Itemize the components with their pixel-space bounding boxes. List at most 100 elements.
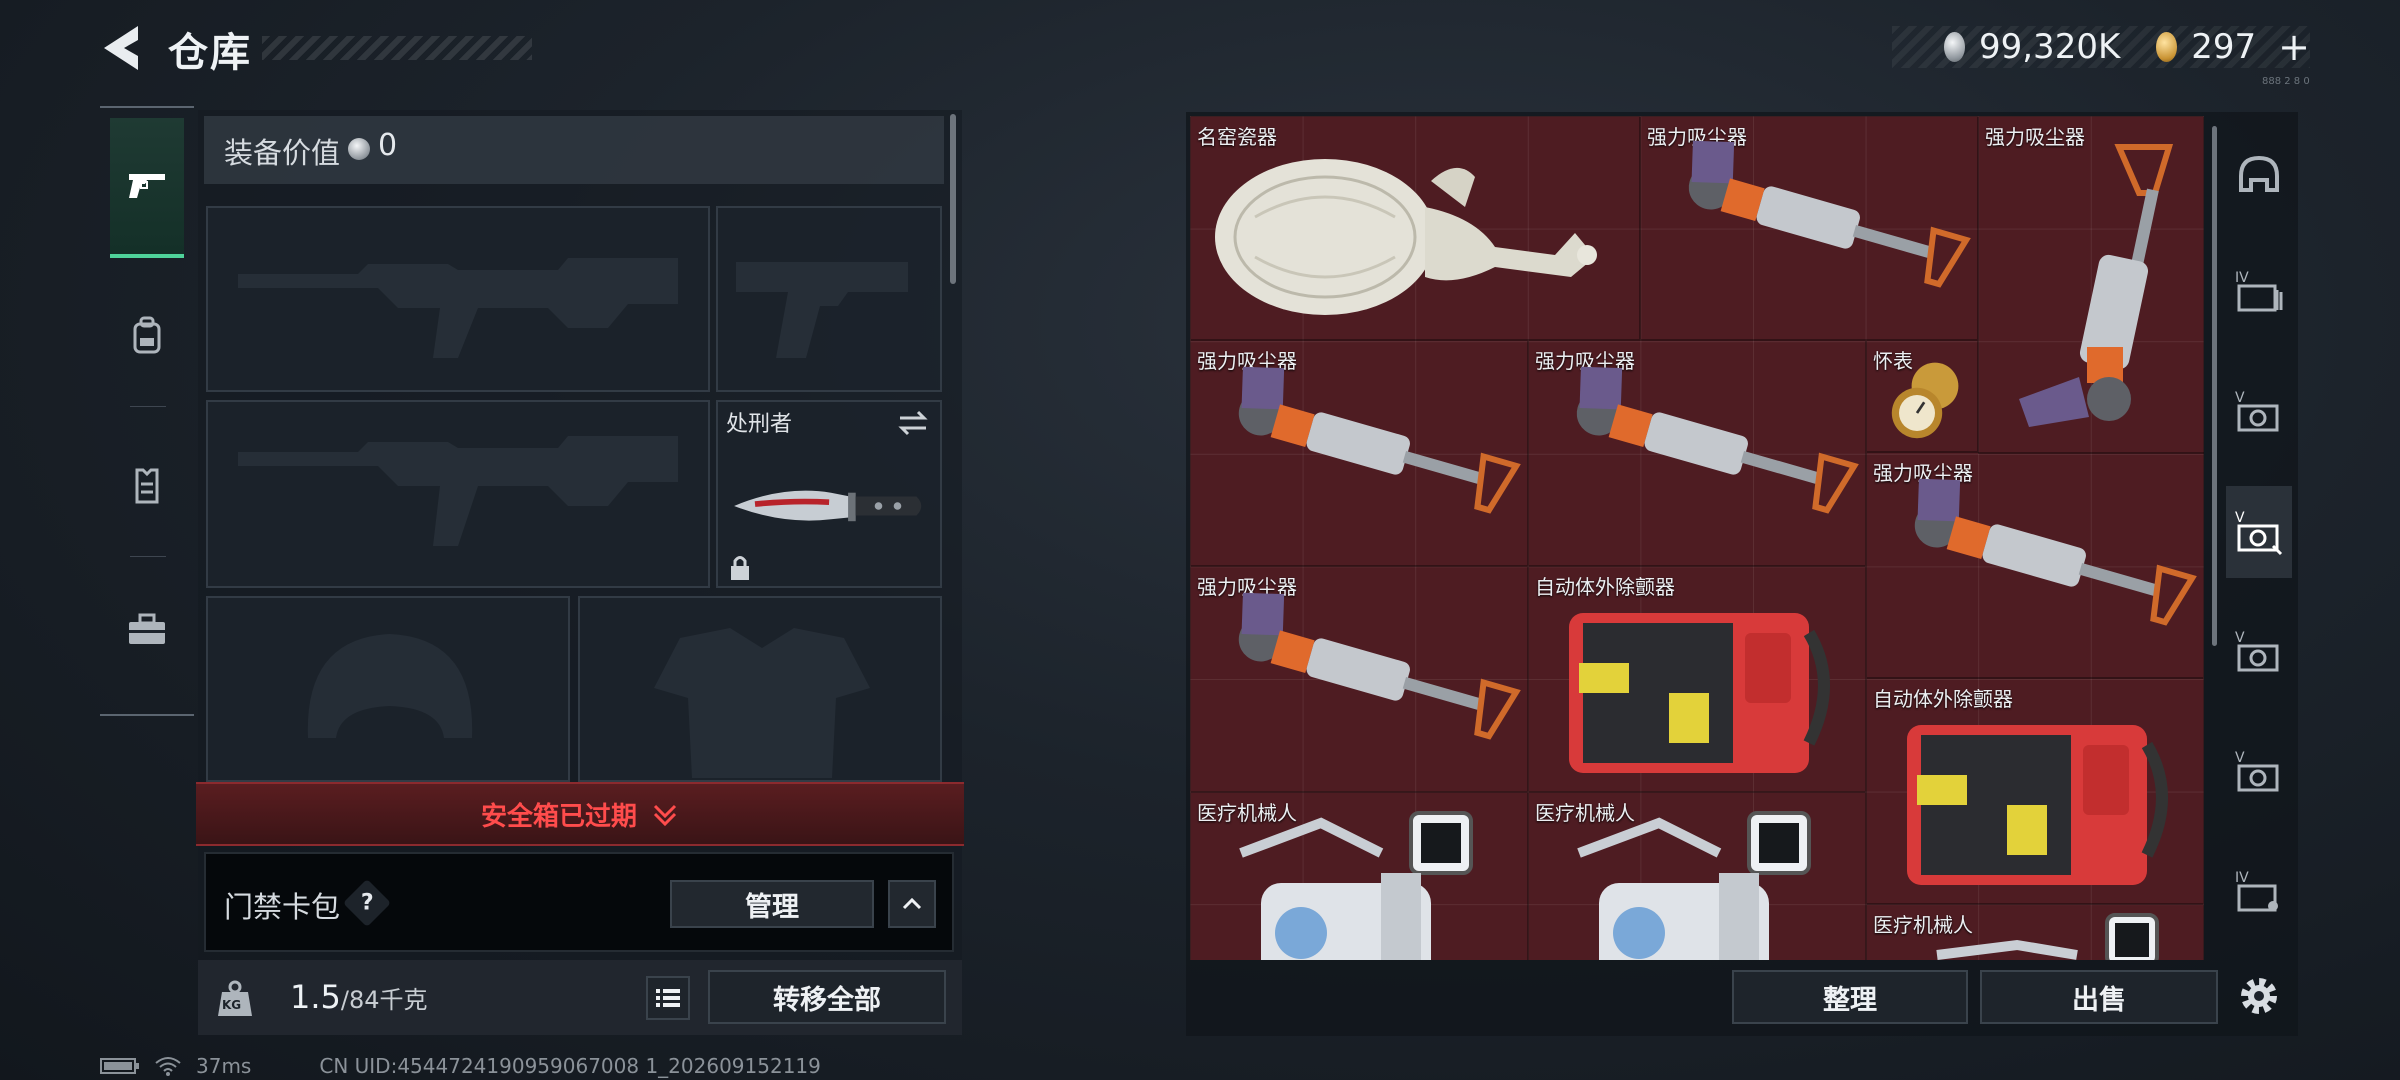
- list-view-button[interactable]: [646, 976, 690, 1020]
- storage-v-active-icon: V: [2235, 510, 2283, 556]
- stash-scrollbar[interactable]: [2212, 126, 2217, 646]
- stash-item-medical-robot[interactable]: 医疗机械人: [1528, 792, 1866, 960]
- settings-button[interactable]: [2226, 950, 2292, 1042]
- tab-stash-v[interactable]: V: [2226, 726, 2292, 818]
- list-icon: [656, 989, 680, 1007]
- primary-weapon-slot-1[interactable]: [206, 206, 710, 392]
- stash-grid[interactable]: 名窑瓷器 强力吸尘器 强力吸尘器 强力吸尘器 强力吸尘器 怀表 强力吸尘器 强力…: [1190, 116, 2204, 960]
- svg-text:V: V: [2235, 750, 2245, 766]
- stash-item-aed[interactable]: 自动体外除颤器: [1528, 566, 1866, 792]
- melee-name: 处刑者: [726, 412, 793, 437]
- tab-armor[interactable]: [110, 416, 184, 556]
- help-icon: ?: [360, 889, 374, 915]
- svg-text:IV: IV: [2235, 870, 2249, 886]
- aed-icon: [1569, 613, 1830, 773]
- tab-equipment-box[interactable]: [110, 560, 184, 700]
- vacuum-cleaner-icon: [1238, 592, 1521, 740]
- status-bar: 37ms CN UID:4544724190959067008 1_202609…: [100, 1054, 821, 1078]
- svg-text:V: V: [2235, 390, 2245, 406]
- helmet-slot[interactable]: [206, 596, 570, 782]
- lock-icon: [731, 556, 749, 580]
- pocket-watch-icon: [1891, 362, 1959, 439]
- stash-item-aed[interactable]: 自动体外除颤器: [1866, 678, 2204, 904]
- title-decoration: [262, 36, 532, 60]
- double-chevron-down-icon: [653, 804, 677, 827]
- safebox-status: 安全箱已过期: [480, 801, 637, 832]
- equipment-value-label: 装备价值: [224, 136, 341, 170]
- weight-current: 1.5: [290, 978, 341, 1016]
- tab-stash-v-active[interactable]: V: [2226, 486, 2292, 578]
- stash-item-vase[interactable]: 名窑瓷器: [1190, 116, 1640, 340]
- sell-button[interactable]: 出售: [1980, 970, 2218, 1024]
- stash-item-vacuum[interactable]: 强力吸尘器: [1640, 116, 1978, 340]
- armor-silhouette-icon: [654, 628, 870, 778]
- vacuum-cleaner-icon: [1238, 366, 1521, 514]
- tab-stash-v[interactable]: V: [2226, 366, 2292, 458]
- user-uid: CN UID:4544724190959067008 1_20260915211…: [319, 1054, 821, 1078]
- toolbox-icon: [129, 613, 165, 644]
- stash-item-medical-robot[interactable]: 医疗机械人: [1866, 904, 2204, 960]
- chevron-up-icon: [902, 897, 922, 910]
- stash-item-vacuum[interactable]: 强力吸尘器: [1528, 340, 1866, 566]
- safebox-expired-banner[interactable]: 安全箱已过期: [196, 782, 964, 846]
- keycard-wallet-label: 门禁卡包: [224, 890, 341, 924]
- stash-item-pocket-watch[interactable]: 怀表: [1866, 340, 1978, 452]
- medical-robot-icon: [1936, 913, 2159, 960]
- pistol-icon: [129, 174, 165, 198]
- backpack-icon: [133, 316, 161, 354]
- storage-v-icon: V: [2235, 750, 2279, 792]
- melee-slot[interactable]: 处刑者: [716, 400, 942, 588]
- stash-item-vacuum[interactable]: 强力吸尘器: [1190, 340, 1528, 566]
- medical-robot-icon: [1239, 811, 1473, 960]
- sort-button[interactable]: 整理: [1732, 970, 1968, 1024]
- knife-icon: [734, 490, 922, 522]
- weight-icon: KG: [214, 978, 256, 1020]
- manage-button[interactable]: 管理: [670, 880, 874, 928]
- vacuum-cleaner-icon: [1914, 478, 2197, 626]
- expand-button[interactable]: [888, 880, 936, 928]
- tab-stash-helmet[interactable]: [2226, 130, 2292, 222]
- vacuum-cleaner-icon: [1688, 140, 1971, 288]
- carry-weight: 1.5/84千克: [290, 978, 428, 1016]
- svg-text:IV: IV: [2235, 270, 2249, 286]
- helmet-icon: [2239, 155, 2279, 192]
- primary-weapon-slot-2[interactable]: [206, 400, 710, 588]
- storage-v-icon: V: [2235, 630, 2279, 672]
- medical-robot-icon: [1577, 811, 1811, 960]
- stash-item-medical-robot[interactable]: 医疗机械人: [1190, 792, 1528, 960]
- gold-coin-icon: [2156, 32, 2178, 62]
- page-title: 仓库: [168, 30, 252, 76]
- ping-value: 37ms: [196, 1054, 252, 1078]
- tab-backpack[interactable]: [110, 266, 184, 406]
- tab-stash-iv[interactable]: IV: [2226, 846, 2292, 938]
- stash-item-vacuum[interactable]: 强力吸尘器: [1190, 566, 1528, 792]
- tab-stash-iv[interactable]: IV: [2226, 246, 2292, 338]
- storage-iv-icon: IV: [2235, 870, 2278, 912]
- pistol-silhouette-icon: [736, 262, 908, 358]
- stash-item-vacuum[interactable]: 强力吸尘器: [1866, 452, 2204, 678]
- tab-stash-v[interactable]: V: [2226, 606, 2292, 698]
- back-button[interactable]: [98, 22, 144, 74]
- storage-iv-icon: IV: [2235, 270, 2283, 312]
- silver-coin-icon: [348, 138, 370, 160]
- equipment-scrollbar[interactable]: [950, 114, 956, 284]
- swap-icon[interactable]: [896, 410, 930, 436]
- tab-weapons[interactable]: [110, 118, 184, 258]
- tab-divider: [130, 556, 166, 557]
- kg-label: KG: [222, 998, 242, 1012]
- add-currency-button[interactable]: +: [2278, 25, 2310, 69]
- silver-coin-icon: [1944, 32, 1965, 62]
- vacuum-cleaner-icon: [1576, 366, 1859, 514]
- pistol-slot[interactable]: [716, 206, 942, 392]
- armor-slot[interactable]: [578, 596, 942, 782]
- svg-text:V: V: [2235, 630, 2245, 646]
- storage-v-icon: V: [2235, 390, 2279, 432]
- back-arrow-icon: [104, 26, 138, 70]
- transfer-all-button[interactable]: 转移全部: [708, 970, 946, 1024]
- gold-currency-value: 297: [2191, 27, 2257, 67]
- stash-item-vacuum[interactable]: 强力吸尘器: [1978, 116, 2204, 454]
- silver-currency-value: 99,320K: [1978, 27, 2121, 67]
- battery-icon: [100, 1058, 139, 1074]
- equipment-value: 0: [378, 128, 398, 163]
- porcelain-vase-icon: [1215, 159, 1597, 315]
